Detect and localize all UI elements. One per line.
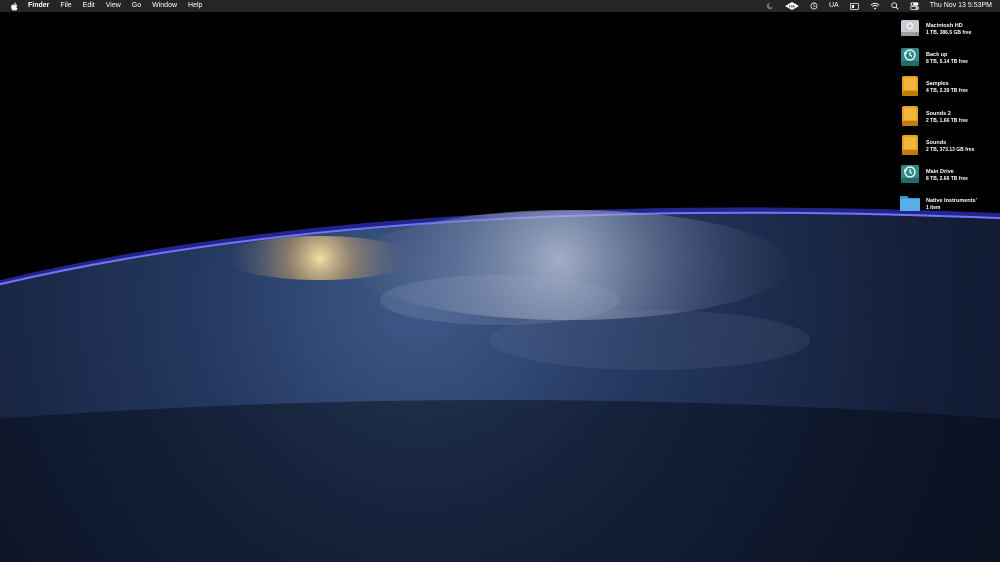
search-icon[interactable]	[891, 0, 899, 12]
desktop-item-info: 2 TB, 373.13 GB free	[926, 146, 975, 153]
desktop-item-name: Main Drive	[926, 168, 954, 175]
desktop-item-main-drive[interactable]: Main Drive 8 TB, 2.66 TB free	[898, 163, 998, 192]
time-machine-drive-icon	[898, 46, 922, 68]
menu-clock[interactable]: Thu Nov 13 5:53PM	[930, 0, 992, 12]
desktop-icons: Macintosh HD 1 TB, 386.5 GB free Back up…	[898, 17, 998, 221]
earth-wallpaper	[0, 0, 1000, 562]
menu-window[interactable]: Window	[152, 0, 177, 12]
desktop-item-macintosh-hd[interactable]: Macintosh HD 1 TB, 386.5 GB free	[898, 17, 998, 46]
desktop-item-back-up[interactable]: Back up 8 TB, 5.14 TB free	[898, 46, 998, 75]
external-drive-icon	[898, 105, 922, 127]
display-icon[interactable]	[849, 0, 859, 12]
moon-icon[interactable]	[766, 0, 774, 12]
wifi-icon[interactable]	[870, 0, 880, 12]
external-drive-icon	[898, 134, 922, 156]
desktop-item-info: 8 TB, 5.14 TB free	[926, 59, 968, 66]
desktop-item-info: 1 TB, 386.5 GB free	[926, 30, 972, 36]
menu-go[interactable]: Go	[132, 0, 141, 12]
external-drive-icon	[898, 75, 922, 97]
menu-file[interactable]: File	[60, 0, 71, 12]
folder-icon	[898, 192, 922, 214]
desktop-item-samples[interactable]: Samples 4 TB, 2.39 TB free	[898, 75, 998, 104]
desktop: Finder File Edit View Go Window Help UA …	[0, 0, 1000, 562]
time-machine-icon[interactable]	[810, 0, 818, 12]
menu-help[interactable]: Help	[188, 0, 202, 12]
desktop-item-info: 2 TB, 1.66 TB free	[926, 117, 968, 124]
desktop-item-info: 8 TB, 2.66 TB free	[926, 175, 968, 182]
desktop-item-name: Sounds	[926, 139, 947, 146]
desktop-item-native-instruments[interactable]: Native Instruments’ 1 item	[898, 192, 998, 221]
menu-bar: Finder File Edit View Go Window Help UA …	[0, 0, 1000, 12]
menu-edit[interactable]: Edit	[83, 0, 95, 12]
desktop-item-name: Macintosh HD	[926, 23, 963, 29]
svg-text:UA: UA	[789, 4, 795, 9]
desktop-item-info: 4 TB, 2.39 TB free	[926, 88, 968, 95]
time-machine-drive-icon	[898, 163, 922, 185]
desktop-item-name: Sounds 2	[926, 110, 951, 117]
menu-view[interactable]: View	[106, 0, 121, 12]
apple-icon[interactable]	[9, 2, 19, 11]
internal-drive-icon	[898, 17, 922, 39]
input-source-indicator[interactable]: UA	[829, 0, 839, 12]
desktop-item-sounds-2[interactable]: Sounds 2 2 TB, 1.66 TB free	[898, 105, 998, 134]
desktop-item-info: 1 item	[926, 205, 941, 212]
desktop-item-sounds[interactable]: Sounds 2 TB, 373.13 GB free	[898, 134, 998, 163]
control-center-icon[interactable]	[909, 0, 919, 12]
ua-logo-icon[interactable]: UA	[785, 0, 799, 12]
menu-finder[interactable]: Finder	[28, 0, 49, 12]
